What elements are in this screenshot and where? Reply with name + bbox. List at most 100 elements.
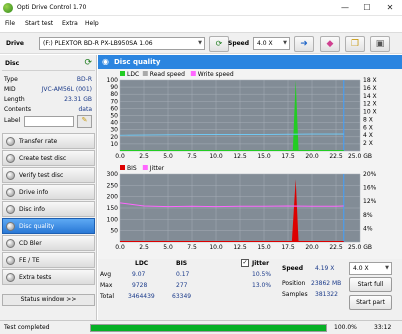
legend-swatch-ldc <box>142 71 148 76</box>
speed-stat-value: 4.19 X <box>315 265 335 272</box>
avg-jitter: 10.5% <box>252 271 272 278</box>
x-tick-label-bis: 2.5 <box>139 244 149 251</box>
nav-create-test-disc[interactable]: Create test disc <box>2 150 95 166</box>
disc-mid-value: JVC-AM56L (001) <box>41 86 92 93</box>
nav-extra-tests[interactable]: Extra tests <box>2 269 95 285</box>
disc-label-apply-button[interactable]: ✎ <box>77 115 92 128</box>
save-icon: ▣ <box>375 39 385 49</box>
total-bis: 63349 <box>172 293 192 300</box>
x-tick-label-ldc: 5.0 <box>163 153 173 160</box>
maximize-button[interactable]: ☐ <box>356 2 378 14</box>
transfer-rate-icon <box>6 137 15 146</box>
copy-icon: ❐ <box>350 39 360 49</box>
drive-select-value: (F:) PLEXTOR BD-R PX-LB950SA 1.06 <box>43 40 153 47</box>
chevron-down-icon: ▼ <box>198 40 202 46</box>
disc-type-key: Type <box>4 76 18 83</box>
menu-start-test[interactable]: Start test <box>25 20 53 27</box>
disc-length-value: 23.31 GB <box>64 96 92 103</box>
main-header-title: Disc quality <box>114 58 161 66</box>
speed-label: Speed <box>228 40 250 47</box>
disc-contents-value: data <box>78 106 92 113</box>
menu-file[interactable]: File <box>5 20 15 27</box>
drive-select[interactable]: (F:) PLEXTOR BD-R PX-LB950SA 1.06 ▼ <box>39 37 205 50</box>
nav-disc-info[interactable]: Disc info <box>2 201 95 217</box>
disc-quality-icon <box>6 222 15 231</box>
max-ldc: 9728 <box>132 282 148 289</box>
nav-fe-te[interactable]: FE / TE <box>2 252 95 268</box>
y2-tick-label-ldc: 12 X <box>363 101 377 108</box>
nav-label: Drive info <box>19 189 49 196</box>
y-tick-label-bis: 50 <box>110 228 118 235</box>
arrow-right-button[interactable]: ➜ <box>294 36 314 52</box>
start-part-button[interactable]: Start part <box>349 295 392 310</box>
disc-header-title: Disc <box>5 60 20 67</box>
copy-button[interactable]: ❐ <box>345 36 365 52</box>
disc-contents-key: Contents <box>4 106 31 113</box>
menu-extra[interactable]: Extra <box>62 20 78 27</box>
x-tick-label-ldc: 12.5 <box>233 153 247 160</box>
main-panel: ◉ Disc quality LDC Read speed Write speed 0… <box>98 55 402 320</box>
speed-select-value: 4.0 X <box>257 40 273 47</box>
cd-bler-icon <box>6 239 15 248</box>
y2-tick-label-ldc: 14 X <box>363 93 377 100</box>
samples-value: 381322 <box>315 291 338 298</box>
nav-label: Verify test disc <box>19 172 64 179</box>
save-button[interactable]: ▣ <box>370 36 390 52</box>
nav-transfer-rate[interactable]: Transfer rate <box>2 133 95 149</box>
drive-info-icon <box>6 188 15 197</box>
nav-label: Extra tests <box>19 274 52 281</box>
disc-label-input[interactable] <box>24 116 74 127</box>
avg-ldc: 9.07 <box>132 271 146 278</box>
nav-drive-info[interactable]: Drive info <box>2 184 95 200</box>
nav-disc-quality[interactable]: Disc quality <box>2 218 95 234</box>
y-tick-label-bis: 300 <box>107 171 119 178</box>
y-tick-label-ldc: 90 <box>110 84 118 91</box>
refresh-disc-icon[interactable]: ⟳ <box>84 58 92 68</box>
refresh-button[interactable]: ⟳ <box>209 36 229 52</box>
x-tick-label-bis: 10.0 <box>209 244 223 251</box>
disc-header: Disc ⟳ <box>2 57 95 71</box>
y2-tick-label-ldc: 10 X <box>363 109 377 116</box>
x-tick-label-ldc: 0.0 <box>115 153 125 160</box>
app-logo-icon <box>3 3 13 13</box>
minimize-button[interactable]: — <box>334 2 356 14</box>
legend-label-bis: BIS <box>127 165 137 172</box>
avg-label: Avg <box>100 271 112 278</box>
status-window-button[interactable]: Status window >> <box>2 294 95 306</box>
nav-verify-test-disc[interactable]: Verify test disc <box>2 167 95 183</box>
elapsed-time: 33:12 <box>374 324 392 331</box>
progress-fill <box>91 325 326 331</box>
x-tick-label-ldc: 20.0 <box>305 153 319 160</box>
y2-tick-label-bis: 12% <box>363 198 377 205</box>
bis-col-header: BIS <box>176 260 188 267</box>
jitter-checkbox[interactable]: ✓ <box>241 259 249 267</box>
menu-help[interactable]: Help <box>85 20 99 27</box>
disc-label-key: Label <box>4 117 21 124</box>
disc-contents-row: Contents data <box>4 106 94 115</box>
test-speed-select[interactable]: 4.0 X ▼ <box>349 262 392 275</box>
y-tick-label-ldc: 30 <box>110 127 118 134</box>
speed-select[interactable]: 4.0 X ▼ <box>253 37 290 50</box>
apply-icon: ✎ <box>81 116 88 124</box>
nav-label: Disc quality <box>19 223 55 230</box>
start-full-button[interactable]: Start full <box>349 277 392 292</box>
test-speed-value: 4.0 X <box>353 265 369 272</box>
x-tick-label-ldc: 17.5 <box>281 153 295 160</box>
x-tick-label-bis: 12.5 <box>233 244 247 251</box>
verify-test-disc-icon <box>6 171 15 180</box>
create-test-disc-icon <box>6 154 15 163</box>
drive-toolbar: Drive (F:) PLEXTOR BD-R PX-LB950SA 1.06 … <box>0 32 402 54</box>
position-label: Position <box>282 280 306 287</box>
y-tick-label-ldc: 80 <box>110 91 118 98</box>
nav-label: Create test disc <box>19 155 67 162</box>
y2-tick-label-bis: 16% <box>363 185 377 192</box>
y-tick-label-ldc: 20 <box>110 134 118 141</box>
close-button[interactable]: ✕ <box>379 2 401 14</box>
nav-cd-bler[interactable]: CD Bler <box>2 235 95 251</box>
x-tick-label-ldc: 15.0 <box>257 153 271 160</box>
erase-button[interactable]: ◆ <box>320 36 340 52</box>
total-label: Total <box>100 293 115 300</box>
y2-tick-label-ldc: 8 X <box>363 116 373 123</box>
y-tick-label-ldc: 100 <box>107 77 119 84</box>
x-tick-label-ldc: 25.0 GB <box>348 153 372 160</box>
